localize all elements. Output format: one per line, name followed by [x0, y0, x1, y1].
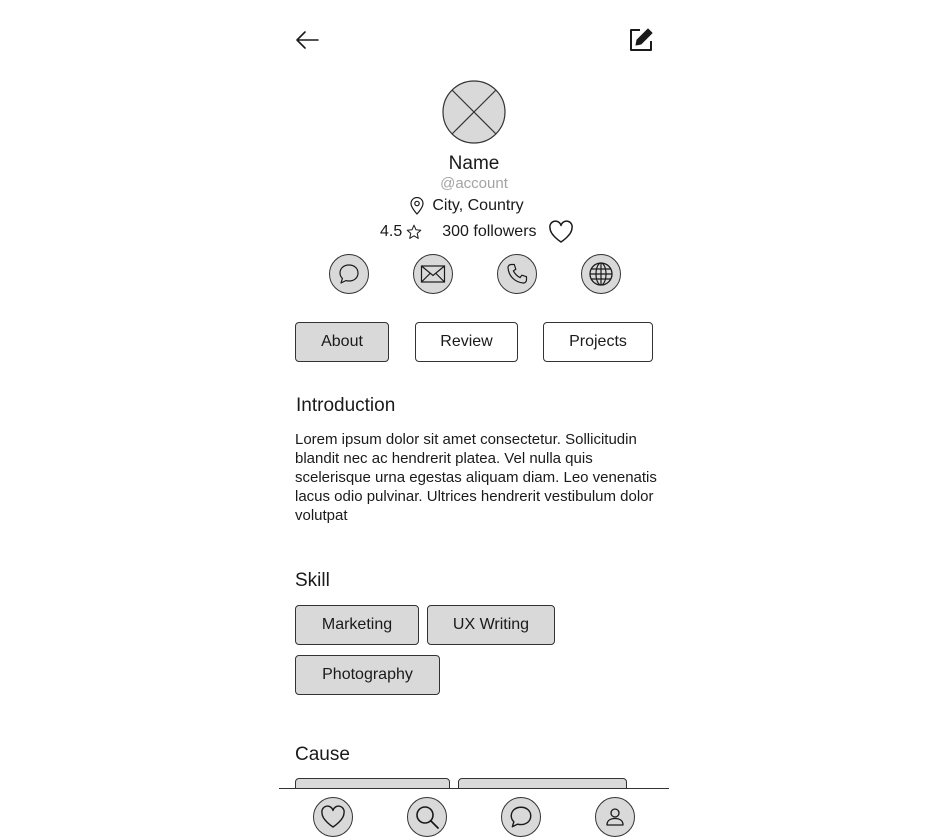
location-pin-icon — [410, 197, 424, 215]
skill-chip[interactable]: Marketing — [295, 605, 419, 645]
nav-messages[interactable] — [501, 797, 541, 837]
phone-icon — [507, 263, 528, 284]
message-button[interactable] — [329, 254, 369, 294]
tab-about[interactable]: About — [295, 322, 389, 362]
search-icon — [416, 806, 439, 829]
follow-heart-icon[interactable] — [548, 220, 574, 244]
phone-button[interactable] — [497, 254, 537, 294]
tab-projects[interactable]: Projects — [543, 322, 653, 362]
heart-icon — [321, 805, 345, 828]
skill-chip[interactable]: Photography — [295, 655, 440, 695]
cause-title: Cause — [295, 744, 350, 765]
chat-icon — [510, 806, 532, 828]
tab-review[interactable]: Review — [415, 322, 518, 362]
location-text: City, Country — [432, 197, 524, 214]
arrow-left-icon — [296, 31, 319, 49]
star-icon — [406, 224, 422, 240]
intro-title: Introduction — [296, 395, 396, 416]
edit-square-icon — [630, 28, 653, 51]
rating-value: 4.5 — [380, 223, 403, 240]
cause-chips-row — [279, 778, 669, 788]
nav-profile[interactable] — [595, 797, 635, 837]
skill-chip[interactable]: UX Writing — [427, 605, 555, 645]
profile-name: Name — [448, 153, 500, 174]
mail-icon — [420, 265, 446, 283]
profile-icon — [606, 808, 624, 826]
cause-chip[interactable] — [458, 778, 627, 788]
chat-bubble-icon — [339, 264, 359, 284]
website-button[interactable] — [581, 254, 621, 294]
back-button[interactable] — [294, 28, 320, 52]
avatar — [442, 80, 506, 144]
globe-icon — [589, 262, 613, 286]
email-button[interactable] — [413, 254, 453, 294]
edit-button[interactable] — [628, 27, 654, 53]
followers-count: 300 followers — [442, 223, 537, 240]
avatar-placeholder-icon — [442, 80, 506, 144]
nav-search[interactable] — [407, 797, 447, 837]
nav-favorites[interactable] — [313, 797, 353, 837]
stats-row: 4.5 300 followers — [380, 218, 574, 246]
location-row: City, Country — [0, 196, 934, 216]
cause-chip[interactable] — [295, 778, 450, 788]
intro-text: Lorem ipsum dolor sit amet consectetur. … — [295, 431, 657, 524]
profile-account: @account — [440, 175, 508, 192]
bottom-nav — [279, 788, 669, 840]
skill-title: Skill — [295, 570, 330, 591]
